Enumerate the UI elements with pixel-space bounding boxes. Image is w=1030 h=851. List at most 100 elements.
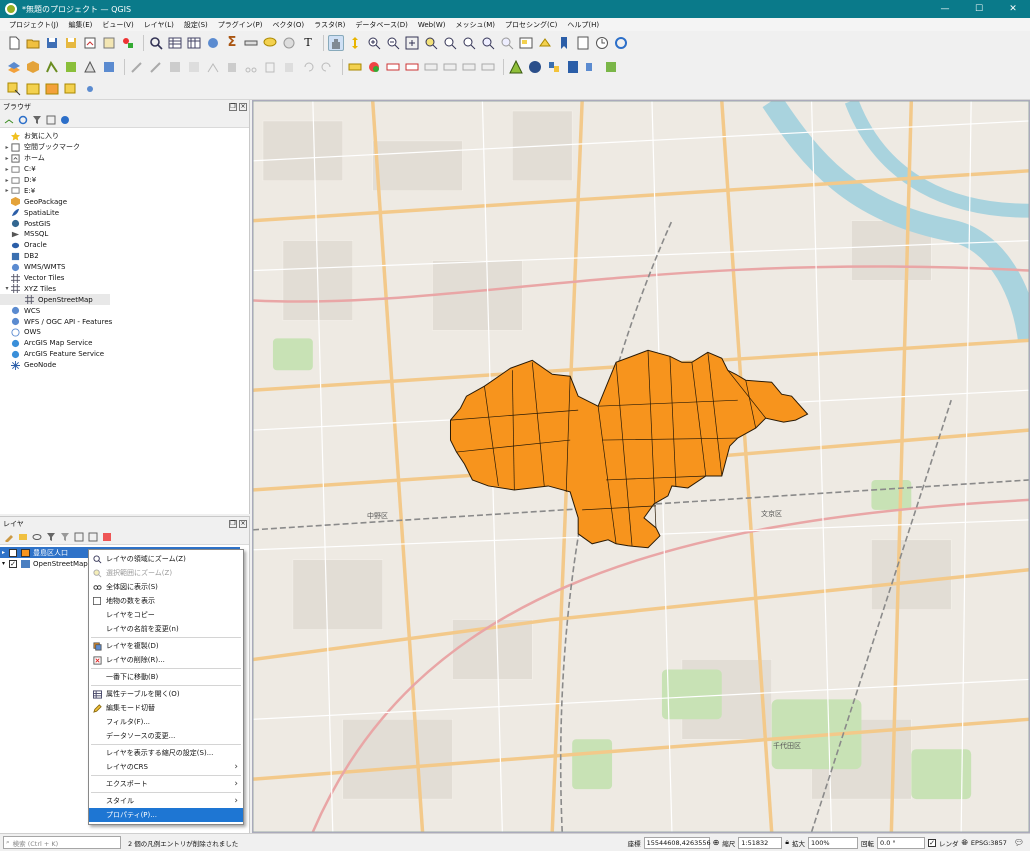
- menu-duplicate-layer[interactable]: レイヤを複製(D): [89, 639, 243, 653]
- expand-arrow-icon[interactable]: ▾: [0, 560, 7, 567]
- deselect-icon[interactable]: [63, 81, 79, 97]
- menu-view[interactable]: ビュー(V): [97, 20, 138, 30]
- zoom-native-icon[interactable]: [461, 35, 477, 51]
- minimize-button[interactable]: —: [928, 0, 962, 18]
- browser-item-drive-e[interactable]: ▸ E:¥: [0, 185, 249, 196]
- add-group-icon[interactable]: [18, 532, 28, 542]
- style-manager-icon[interactable]: [120, 35, 136, 51]
- render-checkbox[interactable]: ✓: [928, 838, 937, 847]
- browser-item-drive-c[interactable]: ▸ C:¥: [0, 164, 249, 175]
- label-move-icon[interactable]: [423, 59, 439, 75]
- select-features-icon[interactable]: [6, 81, 22, 97]
- menu-vector[interactable]: ベクタ(O): [267, 20, 309, 30]
- menu-layer[interactable]: レイヤ(L): [139, 20, 179, 30]
- magnifier-spinbox[interactable]: 100%: [808, 836, 859, 849]
- cut-feature-icon[interactable]: [243, 59, 259, 75]
- menu-zoom-to-selection[interactable]: 選択範囲にズーム(Z): [89, 566, 243, 580]
- properties-browser-icon[interactable]: [60, 115, 70, 125]
- browser-item-wfs[interactable]: WFS / OGC API - Features: [0, 316, 249, 327]
- select-by-expression-icon[interactable]: [44, 81, 60, 97]
- measure-icon[interactable]: [243, 35, 259, 51]
- close-panel-icon[interactable]: ×: [239, 102, 247, 111]
- processing-toolbox-icon[interactable]: [205, 35, 221, 51]
- browser-item-oracle[interactable]: Oracle: [0, 240, 249, 251]
- menu-web[interactable]: Web(W): [413, 21, 451, 29]
- save-as-icon[interactable]: [63, 35, 79, 51]
- current-edits-icon[interactable]: [129, 59, 145, 75]
- spatial-bookmark-icon[interactable]: [556, 35, 572, 51]
- browser-item-bookmarks[interactable]: ▸ 空間ブックマーク: [0, 142, 249, 153]
- redo-icon[interactable]: [319, 59, 335, 75]
- filter-expression-icon[interactable]: [60, 532, 70, 542]
- add-selected-layers-icon[interactable]: [4, 115, 14, 125]
- geometry-checker-icon[interactable]: [508, 59, 524, 75]
- undock-icon[interactable]: ❐: [229, 102, 237, 111]
- crs-button[interactable]: EPSG:3857: [971, 839, 1007, 847]
- menu-zoom-to-layer[interactable]: レイヤの領域にズーム(Z): [89, 552, 243, 566]
- zoom-in-icon[interactable]: [366, 35, 382, 51]
- show-bookmarks-icon[interactable]: [575, 35, 591, 51]
- field-calculator-icon[interactable]: [186, 35, 202, 51]
- close-panel-icon[interactable]: ×: [239, 519, 247, 528]
- manage-themes-icon[interactable]: [32, 532, 42, 542]
- label-pin-icon[interactable]: [385, 59, 401, 75]
- menu-help[interactable]: ヘルプ(H): [562, 20, 604, 30]
- map-tips-icon[interactable]: [262, 35, 278, 51]
- undock-icon[interactable]: ❐: [229, 519, 237, 528]
- expand-arrow-icon[interactable]: ▸: [0, 549, 7, 556]
- collapse-all-icon[interactable]: [46, 115, 56, 125]
- menu-settings[interactable]: 設定(S): [179, 20, 213, 30]
- close-button[interactable]: ✕: [996, 0, 1030, 18]
- browser-item-db2[interactable]: DB2: [0, 251, 249, 262]
- browser-item-arcgis-feature[interactable]: ArcGIS Feature Service: [0, 349, 249, 360]
- browser-item-postgis[interactable]: PostGIS: [0, 218, 249, 229]
- label-rotate-icon[interactable]: [442, 59, 458, 75]
- menu-copy-layer[interactable]: レイヤをコピー: [89, 608, 243, 622]
- browser-item-wcs[interactable]: WCS: [0, 305, 249, 316]
- new-geopackage-layer-icon[interactable]: [25, 59, 41, 75]
- layout-manager-icon[interactable]: [101, 35, 117, 51]
- style-brush-icon[interactable]: [4, 532, 14, 542]
- text-annotation-icon[interactable]: T: [300, 35, 316, 51]
- open-field-calculator-icon[interactable]: [82, 81, 98, 97]
- refresh-icon[interactable]: [613, 35, 629, 51]
- crs-capture-icon[interactable]: ⊕: [713, 838, 720, 847]
- menu-move-to-bottom[interactable]: 一番下に移動(B): [89, 670, 243, 684]
- zoom-selection-toolbar-icon[interactable]: [423, 35, 439, 51]
- undo-icon[interactable]: [300, 59, 316, 75]
- browser-item-drive-d[interactable]: ▸ D:¥: [0, 175, 249, 186]
- browser-item-xyz-tiles[interactable]: ▾ XYZ Tiles: [0, 283, 249, 294]
- browser-item-wms[interactable]: WMS/WMTS: [0, 262, 249, 273]
- save-edits-icon[interactable]: [167, 59, 183, 75]
- add-feature-icon[interactable]: [186, 59, 202, 75]
- georeferencer-icon[interactable]: [527, 59, 543, 75]
- pan-tool-icon[interactable]: [328, 34, 344, 51]
- menu-open-attribute-table[interactable]: 属性テーブルを開く(O): [89, 687, 243, 701]
- identify-icon[interactable]: [148, 35, 164, 51]
- menu-export[interactable]: エクスポート: [89, 777, 243, 791]
- layer-visibility-checkbox[interactable]: ✓: [9, 559, 17, 568]
- menu-database[interactable]: データベース(D): [350, 20, 413, 30]
- browser-item-geonode[interactable]: GeoNode: [0, 360, 249, 371]
- add-wms-layer-icon[interactable]: [101, 59, 117, 75]
- annotation-icon[interactable]: [281, 35, 297, 51]
- menu-mesh[interactable]: メッシュ(M): [451, 20, 501, 30]
- open-project-icon[interactable]: [25, 35, 41, 51]
- select-by-value-icon[interactable]: [25, 81, 41, 97]
- data-source-manager-icon[interactable]: [6, 59, 22, 75]
- locator-search-input[interactable]: ⌕ 検索 (Ctrl + K): [3, 836, 121, 849]
- menu-filter[interactable]: フィルタ(F)...: [89, 715, 243, 729]
- browser-item-mssql[interactable]: MSSQL: [0, 229, 249, 240]
- temporal-icon[interactable]: [594, 35, 610, 51]
- crs-globe-icon[interactable]: 🌐︎: [962, 838, 968, 848]
- expand-all-icon[interactable]: [74, 532, 84, 542]
- copy-feature-icon[interactable]: [262, 59, 278, 75]
- save-project-icon[interactable]: [44, 35, 60, 51]
- delete-feature-icon[interactable]: [224, 59, 240, 75]
- label-change-icon[interactable]: [461, 59, 477, 75]
- browser-item-home[interactable]: ▸ ホーム: [0, 153, 249, 164]
- diagram-icon[interactable]: [480, 59, 496, 75]
- messages-icon[interactable]: 💬︎: [1014, 838, 1024, 847]
- pan-to-selection-icon[interactable]: [347, 35, 363, 51]
- filter-browser-icon[interactable]: [32, 115, 42, 125]
